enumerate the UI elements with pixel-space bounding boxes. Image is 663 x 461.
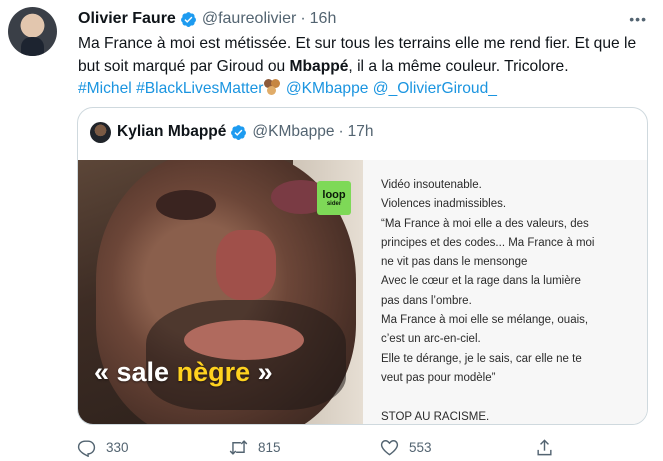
mention-kmbappe[interactable]: @KMbappe bbox=[286, 80, 369, 97]
separator-dot: · bbox=[300, 10, 306, 27]
author-name[interactable]: Olivier Faure bbox=[78, 10, 176, 28]
quote-line: STOP AU RACISME. bbox=[381, 410, 490, 423]
quote-line: Vidéo insoutenable. bbox=[381, 179, 482, 191]
like-button[interactable]: 553 bbox=[380, 438, 432, 457]
caption-highlight: nègre bbox=[176, 357, 251, 387]
more-icon[interactable]: ••• bbox=[629, 11, 647, 27]
logo-line1: loop bbox=[322, 188, 346, 201]
tweet-timestamp[interactable]: 16h bbox=[310, 10, 337, 28]
share-button[interactable] bbox=[535, 438, 564, 457]
quote-line: Avec le cœur et la rage dans la lumière bbox=[381, 275, 581, 288]
share-icon bbox=[537, 438, 552, 455]
quoted-tweet[interactable]: Kylian Mbappé @KMbappe · 17h loop sider … bbox=[77, 107, 648, 425]
hashtag-emoji-icon bbox=[263, 79, 281, 95]
quote-line: Ma France à moi elle se mélange, ouais, bbox=[381, 314, 589, 327]
quote-line bbox=[381, 388, 634, 407]
loopsider-logo: loop sider bbox=[317, 181, 351, 215]
author-avatar[interactable] bbox=[8, 7, 57, 56]
hashtag-blacklivesmatter[interactable]: #BlackLivesMatter bbox=[136, 80, 263, 97]
like-count: 553 bbox=[409, 439, 432, 455]
quoted-author-avatar bbox=[90, 121, 111, 143]
quote-line: principes et des codes... Ma France à mo… bbox=[381, 236, 595, 249]
quote-line: pas dans l’ombre. bbox=[381, 294, 472, 307]
separator-dot: · bbox=[338, 123, 344, 140]
quoted-tweet-text-image: Vidéo insoutenable. Violences inadmissib… bbox=[363, 160, 647, 424]
mention-olivier-giroud[interactable]: @_OlivierGiroud_ bbox=[373, 80, 497, 97]
author-handle[interactable]: @faureolivier bbox=[202, 10, 297, 28]
quoted-tweet-timestamp: 17h bbox=[347, 123, 374, 140]
caption-close: » bbox=[250, 357, 273, 387]
reply-count: 330 bbox=[106, 439, 129, 455]
quote-line: ne vit pas dans le mensonge bbox=[381, 256, 528, 269]
retweet-count: 815 bbox=[258, 439, 281, 455]
quote-line: Elle te dérange, je le sais, car elle ne… bbox=[381, 352, 582, 365]
quote-line: veut pas pour modèle” bbox=[381, 371, 496, 384]
heart-icon bbox=[380, 439, 399, 455]
tweet-text-part2: , il a la même couleur. Tricolore. bbox=[348, 57, 569, 75]
hashtag-michel[interactable]: #Michel bbox=[78, 80, 132, 97]
tweet-actions: 330 815 553 bbox=[77, 437, 617, 457]
quoted-tweet-header: Kylian Mbappé @KMbappe · 17h bbox=[90, 121, 374, 143]
image-caption: « sale nègre » bbox=[94, 357, 273, 388]
logo-line2: sider bbox=[326, 200, 342, 207]
tweet-header: Olivier Faure @faureolivier · 16h ••• bbox=[78, 9, 647, 29]
retweet-icon bbox=[229, 439, 248, 455]
quoted-author-name: Kylian Mbappé bbox=[117, 123, 227, 140]
quote-line: c’est un arc-en-ciel. bbox=[381, 333, 481, 346]
reply-button[interactable]: 330 bbox=[77, 438, 129, 457]
verified-badge-icon bbox=[180, 11, 196, 27]
quote-line: Violences inadmissibles. bbox=[381, 198, 507, 211]
caption-open: « sale bbox=[94, 357, 177, 387]
reply-icon bbox=[77, 439, 96, 457]
quoted-tweet-image[interactable]: loop sider « sale nègre » bbox=[78, 160, 363, 424]
verified-badge-icon bbox=[231, 124, 247, 140]
tweet-text: Ma France à moi est métissée. Et sur tou… bbox=[78, 33, 648, 101]
quoted-author-handle: @KMbappe bbox=[252, 123, 335, 140]
retweet-button[interactable]: 815 bbox=[229, 438, 281, 457]
quote-line: “Ma France à moi elle a des valeurs, des bbox=[381, 217, 589, 230]
tweet-text-bold: Mbappé bbox=[289, 57, 349, 75]
